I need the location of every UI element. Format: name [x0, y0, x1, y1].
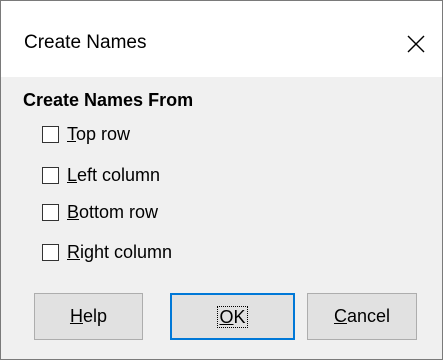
checkbox-square[interactable]: [42, 203, 59, 221]
title-bar: Create Names: [1, 1, 442, 77]
checkbox-top-row[interactable]: Top row: [42, 122, 130, 146]
close-icon: [407, 35, 425, 53]
close-button[interactable]: [398, 26, 434, 62]
checkbox-label: Top row: [67, 124, 131, 144]
cancel-button-label: Cancel: [333, 306, 391, 326]
checkbox-square[interactable]: [42, 166, 59, 184]
checkbox-label: Left column: [67, 165, 161, 185]
ok-button-label: OK: [217, 305, 248, 328]
cancel-button[interactable]: Cancel: [307, 293, 417, 340]
checkbox-label: Right column: [67, 242, 173, 262]
checkbox-right-column[interactable]: Right column: [42, 240, 172, 264]
section-heading: Create Names From: [23, 90, 194, 110]
checkbox-left-column[interactable]: Left column: [42, 163, 160, 187]
checkbox-bottom-row[interactable]: Bottom row: [42, 200, 158, 224]
checkbox-label: Bottom row: [67, 202, 159, 222]
help-button[interactable]: Help: [34, 293, 143, 340]
create-names-dialog: Create Names Create Names From Top row L…: [0, 0, 443, 360]
ok-button[interactable]: OK: [170, 293, 295, 340]
dialog-title: Create Names: [24, 32, 147, 53]
checkbox-square[interactable]: [42, 125, 59, 143]
checkbox-square[interactable]: [42, 243, 59, 261]
help-button-label: Help: [69, 306, 108, 326]
